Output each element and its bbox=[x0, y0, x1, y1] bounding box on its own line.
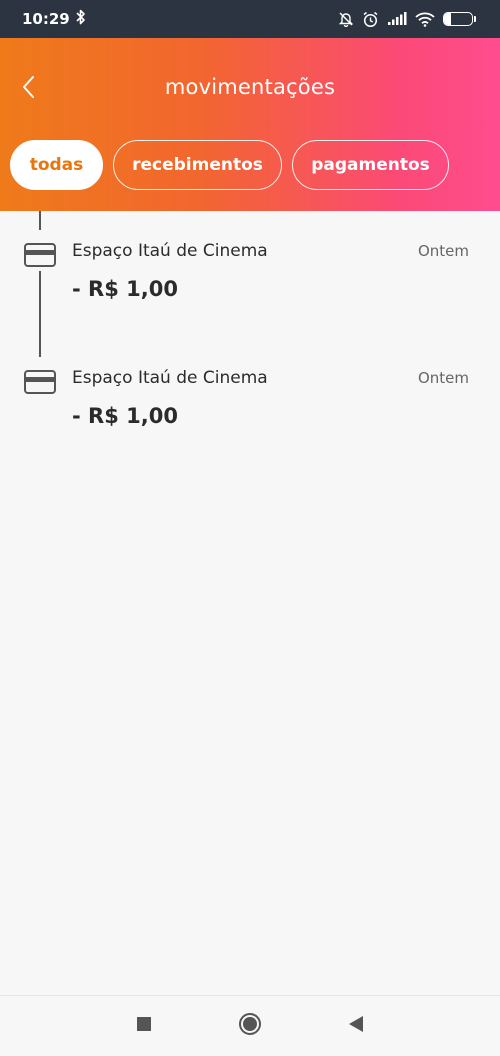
transaction-date: Ontem bbox=[417, 369, 469, 387]
status-time: 10:29 bbox=[22, 10, 70, 28]
filter-tabs: todas recebimentos pagamentos bbox=[10, 140, 449, 190]
battery-cap bbox=[474, 16, 476, 22]
credit-card-icon bbox=[24, 370, 56, 394]
tab-pagamentos[interactable]: pagamentos bbox=[292, 140, 449, 190]
square-recents-icon bbox=[136, 1016, 152, 1036]
bell-off-icon bbox=[338, 11, 354, 27]
transaction-amount: - R$ 1,00 bbox=[72, 277, 178, 301]
status-left: 10:29 bbox=[22, 9, 86, 29]
circle-home-icon bbox=[238, 1012, 262, 1040]
page-title: movimentações bbox=[164, 75, 336, 99]
status-bar: 10:29 25 bbox=[0, 0, 500, 38]
alarm-icon bbox=[362, 11, 379, 28]
credit-card-icon bbox=[24, 243, 56, 267]
system-nav-bar bbox=[0, 995, 500, 1056]
status-right: 25 bbox=[338, 11, 476, 28]
header: movimentações todas recebimentos pagamen… bbox=[0, 38, 500, 211]
triangle-back-icon bbox=[348, 1015, 364, 1037]
wifi-icon bbox=[415, 12, 435, 27]
bluetooth-icon bbox=[76, 9, 86, 29]
transaction-name: Espaço Itaú de Cinema bbox=[72, 368, 268, 388]
home-button[interactable] bbox=[238, 1012, 262, 1040]
battery-icon: 25 bbox=[443, 12, 476, 26]
transaction-item[interactable]: Espaço Itaú de Cinema Ontem - R$ 1,00 bbox=[0, 338, 500, 448]
recents-button[interactable] bbox=[132, 1014, 156, 1038]
battery-fill bbox=[444, 13, 451, 25]
transaction-item[interactable]: Espaço Itaú de Cinema Ontem - R$ 1,00 bbox=[0, 211, 500, 321]
transaction-name: Espaço Itaú de Cinema bbox=[72, 241, 268, 261]
signal-icon bbox=[387, 12, 407, 26]
tab-todas[interactable]: todas bbox=[10, 140, 103, 190]
battery-body: 25 bbox=[443, 12, 473, 26]
transaction-amount: - R$ 1,00 bbox=[72, 404, 178, 428]
tab-recebimentos[interactable]: recebimentos bbox=[113, 140, 282, 190]
back-nav-button[interactable] bbox=[344, 1014, 368, 1038]
transaction-date: Ontem bbox=[417, 242, 469, 260]
battery-level-text: 25 bbox=[451, 14, 465, 24]
